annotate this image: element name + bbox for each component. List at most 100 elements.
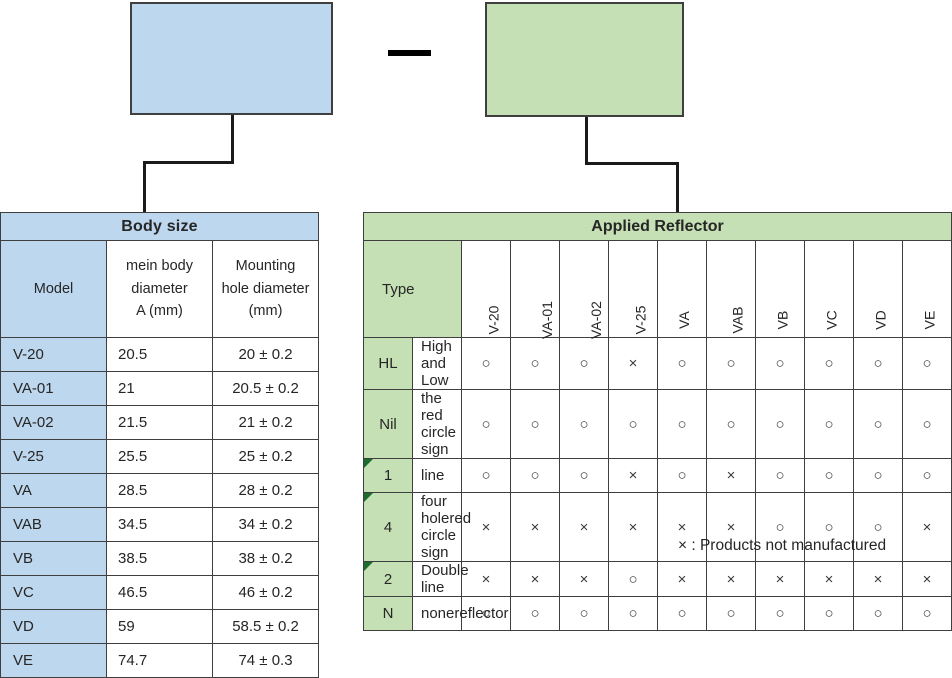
column-header-hole-diameter: Mounting hole diameter (mm) bbox=[212, 240, 319, 338]
cell-main-diameter: 21 bbox=[106, 371, 213, 406]
cell-hole-diameter: 21 ± 0.2 bbox=[212, 405, 319, 440]
body-size-box bbox=[130, 2, 333, 115]
availability-circle-icon: ○ bbox=[510, 458, 560, 493]
availability-circle-icon: ○ bbox=[461, 389, 511, 459]
column-header-va-01: VA-01 bbox=[510, 240, 560, 339]
availability-cross-icon: × bbox=[608, 458, 658, 493]
column-header-label: V-20 bbox=[485, 305, 502, 335]
availability-circle-icon: ○ bbox=[804, 389, 854, 459]
cell-type-description: Double line bbox=[412, 561, 469, 597]
availability-circle-icon: ○ bbox=[902, 389, 952, 459]
header-line: Mounting bbox=[235, 258, 296, 275]
availability-cross-icon: × bbox=[510, 561, 560, 597]
table-row: VA-01 21 20.5 ± 0.2 bbox=[0, 371, 319, 406]
availability-circle-icon: ○ bbox=[755, 458, 805, 493]
availability-circle-icon: ○ bbox=[853, 596, 903, 631]
availability-cross-icon: × bbox=[706, 561, 756, 597]
availability-cross-icon: × bbox=[706, 458, 756, 493]
body-size-box-label bbox=[132, 4, 331, 10]
cell-main-diameter: 38.5 bbox=[106, 541, 213, 576]
table-row: VD 59 58.5 ± 0.2 bbox=[0, 609, 319, 644]
table-row: 1 line ○ ○ ○ × ○ × ○ ○ ○ ○ bbox=[363, 458, 952, 493]
availability-circle-icon: ○ bbox=[804, 458, 854, 493]
table-row: VB 38.5 38 ± 0.2 bbox=[0, 541, 319, 576]
cell-type-code: Nil bbox=[363, 389, 413, 459]
applied-reflector-table-title: Applied Reflector bbox=[363, 212, 952, 241]
body-size-table: Body size Model mein body diameter A (mm… bbox=[0, 212, 319, 678]
column-header-ve: VE bbox=[902, 240, 952, 338]
column-header-label: VC bbox=[823, 310, 840, 330]
column-header-v-20: V-20 bbox=[461, 240, 511, 338]
availability-circle-icon: ○ bbox=[706, 389, 756, 459]
connector-right-segment-1 bbox=[585, 117, 588, 164]
column-header-label: VB bbox=[774, 310, 791, 330]
header-line: A (mm) bbox=[136, 303, 183, 320]
table-row: Nil the red circle sign ○ ○ ○ ○ ○ ○ ○ ○ ○ ○ bbox=[363, 389, 952, 459]
availability-cross-icon: × bbox=[804, 561, 854, 597]
availability-cross-icon: × bbox=[510, 492, 560, 562]
cell-model: VB bbox=[0, 541, 107, 576]
availability-circle-icon: ○ bbox=[461, 337, 511, 390]
availability-circle-icon: ○ bbox=[755, 596, 805, 631]
availability-circle-icon: ○ bbox=[559, 337, 609, 390]
cell-hole-diameter: 74 ± 0.3 bbox=[212, 643, 319, 678]
connector-left-segment-3 bbox=[143, 161, 146, 213]
cell-main-diameter: 74.7 bbox=[106, 643, 213, 678]
availability-cross-icon: × bbox=[608, 492, 658, 562]
availability-circle-icon: ○ bbox=[608, 561, 658, 597]
connector-left-segment-1 bbox=[231, 115, 234, 163]
cell-model: VE bbox=[0, 643, 107, 678]
availability-circle-icon: ○ bbox=[608, 389, 658, 459]
cell-type-code: 2 bbox=[363, 561, 413, 597]
column-header-label: VE bbox=[921, 310, 938, 330]
table-row: 2 Double line × × × ○ × × × × × × bbox=[363, 561, 952, 597]
column-header-label: VD bbox=[872, 310, 889, 330]
availability-circle-icon: ○ bbox=[608, 596, 658, 631]
column-header-type: Type bbox=[363, 240, 462, 338]
availability-circle-icon: ○ bbox=[510, 389, 560, 459]
column-header-label: VA bbox=[675, 311, 692, 329]
cell-model: VA-02 bbox=[0, 405, 107, 440]
table-row: Type V-20 VA-01 VA-02 V-25 VA VAB VB VC VD VE bbox=[363, 240, 952, 339]
cell-model: VD bbox=[0, 609, 107, 644]
cell-model: V-25 bbox=[0, 439, 107, 474]
column-header-vd: VD bbox=[853, 240, 903, 338]
availability-circle-icon: ○ bbox=[510, 596, 560, 631]
applied-reflector-table: Applied Reflector Type V-20 VA-01 VA-02 V-2… bbox=[363, 212, 952, 631]
availability-cross-icon: × bbox=[902, 492, 952, 562]
availability-circle-icon: ○ bbox=[559, 596, 609, 631]
availability-circle-icon: ○ bbox=[657, 389, 707, 459]
cell-type-code: 4 bbox=[363, 492, 413, 562]
availability-circle-icon: ○ bbox=[902, 596, 952, 631]
cell-main-diameter: 25.5 bbox=[106, 439, 213, 474]
applied-reflector-table-body: HL High and Low ○ ○ ○ × ○ ○ ○ ○ ○ ○ Nil the red circl… bbox=[363, 337, 952, 631]
dash-separator-icon bbox=[388, 50, 431, 56]
availability-circle-icon: ○ bbox=[706, 596, 756, 631]
availability-circle-icon: ○ bbox=[853, 458, 903, 493]
table-row: VAB 34.5 34 ± 0.2 bbox=[0, 507, 319, 542]
connector-right-segment-2 bbox=[585, 162, 679, 165]
availability-cross-icon: × bbox=[853, 561, 903, 597]
availability-circle-icon: ○ bbox=[853, 389, 903, 459]
cell-model: V-20 bbox=[0, 337, 107, 372]
availability-cross-icon: × bbox=[755, 561, 805, 597]
availability-circle-icon: ○ bbox=[902, 337, 952, 390]
cell-hole-diameter: 20.5 ± 0.2 bbox=[212, 371, 319, 406]
table-row: VA 28.5 28 ± 0.2 bbox=[0, 473, 319, 508]
cell-type-description: line bbox=[412, 458, 462, 493]
cell-model: VAB bbox=[0, 507, 107, 542]
availability-circle-icon: ○ bbox=[804, 596, 854, 631]
header-line: mein body bbox=[126, 258, 193, 275]
cell-hole-diameter: 38 ± 0.2 bbox=[212, 541, 319, 576]
availability-cross-icon: × bbox=[608, 337, 658, 390]
availability-circle-icon: ○ bbox=[657, 458, 707, 493]
cell-main-diameter: 59 bbox=[106, 609, 213, 644]
availability-cross-icon: × bbox=[461, 561, 511, 597]
availability-cross-icon: × bbox=[902, 561, 952, 597]
availability-circle-icon: ○ bbox=[510, 337, 560, 390]
column-header-label: VA-02 bbox=[587, 301, 604, 339]
availability-circle-icon: ○ bbox=[559, 458, 609, 493]
availability-circle-icon: ○ bbox=[755, 389, 805, 459]
cell-main-diameter: 21.5 bbox=[106, 405, 213, 440]
column-header-main-diameter: mein body diameter A (mm) bbox=[106, 240, 213, 338]
